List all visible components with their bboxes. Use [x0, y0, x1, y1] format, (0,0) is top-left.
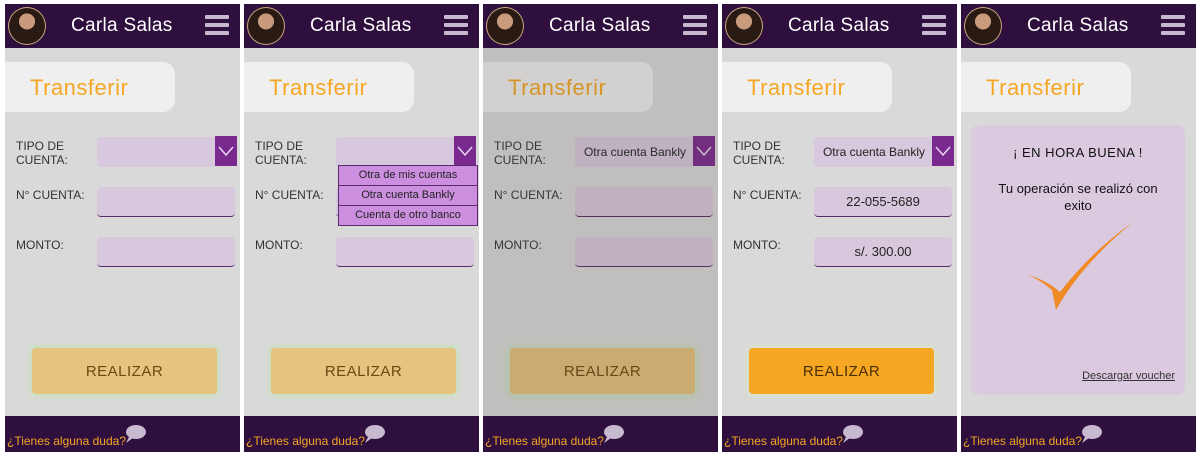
success-message: Tu operación se realizó con exito — [998, 181, 1158, 213]
checkmark-icon — [1028, 222, 1133, 310]
amount-input[interactable] — [336, 237, 474, 267]
screen-empty-form: Carla Salas Transferir TIPO DE CUENTA: N… — [5, 4, 240, 452]
avatar[interactable] — [247, 7, 285, 45]
chat-icon[interactable] — [123, 424, 147, 444]
dim-overlay — [483, 48, 718, 416]
avatar[interactable] — [725, 7, 763, 45]
account-type-select[interactable] — [336, 137, 456, 167]
chevron-down-icon[interactable] — [454, 136, 476, 166]
account-type-select[interactable] — [97, 137, 217, 167]
footer-bar: ¿Tienes alguna duda? — [244, 416, 479, 452]
app-header: Carla Salas — [722, 4, 957, 48]
account-number-label: N° CUENTA: — [16, 188, 85, 202]
avatar[interactable] — [486, 7, 524, 45]
help-link[interactable]: ¿Tienes alguna duda? — [7, 434, 126, 448]
download-voucher-link[interactable]: Descargar voucher — [1082, 370, 1175, 382]
submit-button[interactable]: REALIZAR — [271, 348, 456, 394]
screen-type-selected: Carla Salas Transferir TIPO DE CUENTA: O… — [483, 4, 718, 452]
amount-input[interactable] — [97, 237, 235, 267]
account-number-label: N° CUENTA: — [733, 188, 802, 202]
success-title: ¡ EN HORA BUENA ! — [1013, 145, 1143, 160]
account-type-dropdown: Otra de mis cuentas Otra cuenta Bankly C… — [338, 165, 478, 226]
account-number-label: N° CUENTA: — [255, 188, 324, 202]
amount-label: MONTO: — [733, 238, 781, 252]
chat-icon[interactable] — [1079, 424, 1103, 444]
chat-icon[interactable] — [601, 424, 625, 444]
account-number-input[interactable]: 22-055-5689 — [814, 187, 952, 217]
amount-label: MONTO: — [16, 238, 64, 252]
user-name: Carla Salas — [71, 15, 173, 36]
hamburger-menu-icon[interactable] — [444, 15, 468, 35]
app-header: Carla Salas — [961, 4, 1196, 48]
user-name: Carla Salas — [788, 15, 890, 36]
account-type-label: TIPO DE CUENTA: — [255, 139, 307, 167]
page-title-box: Transferir — [244, 62, 414, 112]
dropdown-option[interactable]: Otra cuenta Bankly — [339, 186, 477, 206]
hamburger-menu-icon[interactable] — [1161, 15, 1185, 35]
dropdown-option[interactable]: Cuenta de otro banco — [339, 206, 477, 225]
user-name: Carla Salas — [549, 15, 651, 36]
page-title-box: Transferir — [5, 62, 175, 112]
user-name: Carla Salas — [1027, 15, 1129, 36]
amount-label: MONTO: — [255, 238, 303, 252]
page-title: Transferir — [747, 75, 846, 100]
help-link[interactable]: ¿Tienes alguna duda? — [963, 434, 1082, 448]
help-link[interactable]: ¿Tienes alguna duda? — [724, 434, 843, 448]
chat-icon[interactable] — [840, 424, 864, 444]
screen-success: Carla Salas Transferir ¡ EN HORA BUENA !… — [961, 4, 1196, 452]
account-type-label: TIPO DE CUENTA: — [733, 139, 785, 167]
dropdown-option[interactable]: Otra de mis cuentas — [339, 166, 477, 186]
submit-button[interactable]: REALIZAR — [749, 348, 934, 394]
screen-form-filled: Carla Salas Transferir TIPO DE CUENTA: O… — [722, 4, 957, 452]
chevron-down-icon[interactable] — [932, 136, 954, 166]
page-title: Transferir — [269, 75, 368, 100]
chat-icon[interactable] — [362, 424, 386, 444]
app-header: Carla Salas — [244, 4, 479, 48]
app-header: Carla Salas — [483, 4, 718, 48]
amount-input[interactable]: s/. 300.00 — [814, 237, 952, 267]
account-type-label: TIPO DE CUENTA: — [16, 139, 68, 167]
screen-dropdown-open: Carla Salas Transferir TIPO DE CUENTA: N… — [244, 4, 479, 452]
help-link[interactable]: ¿Tienes alguna duda? — [485, 434, 604, 448]
footer-bar: ¿Tienes alguna duda? — [961, 416, 1196, 452]
app-header: Carla Salas — [5, 4, 240, 48]
account-type-select[interactable]: Otra cuenta Bankly — [814, 137, 934, 167]
avatar[interactable] — [8, 7, 46, 45]
page-title-box: Transferir — [961, 62, 1131, 112]
footer-bar: ¿Tienes alguna duda? — [722, 416, 957, 452]
user-name: Carla Salas — [310, 15, 412, 36]
page-title: Transferir — [30, 75, 129, 100]
hamburger-menu-icon[interactable] — [683, 15, 707, 35]
success-modal: ¡ EN HORA BUENA ! Tu operación se realiz… — [971, 125, 1185, 395]
hamburger-menu-icon[interactable] — [922, 15, 946, 35]
footer-bar: ¿Tienes alguna duda? — [5, 416, 240, 452]
footer-bar: ¿Tienes alguna duda? — [483, 416, 718, 452]
hamburger-menu-icon[interactable] — [205, 15, 229, 35]
page-title: Transferir — [986, 75, 1085, 100]
chevron-down-icon[interactable] — [215, 136, 237, 166]
submit-button[interactable]: REALIZAR — [32, 348, 217, 394]
help-link[interactable]: ¿Tienes alguna duda? — [246, 434, 365, 448]
page-title-box: Transferir — [722, 62, 892, 112]
account-number-input[interactable] — [97, 187, 235, 217]
avatar[interactable] — [964, 7, 1002, 45]
